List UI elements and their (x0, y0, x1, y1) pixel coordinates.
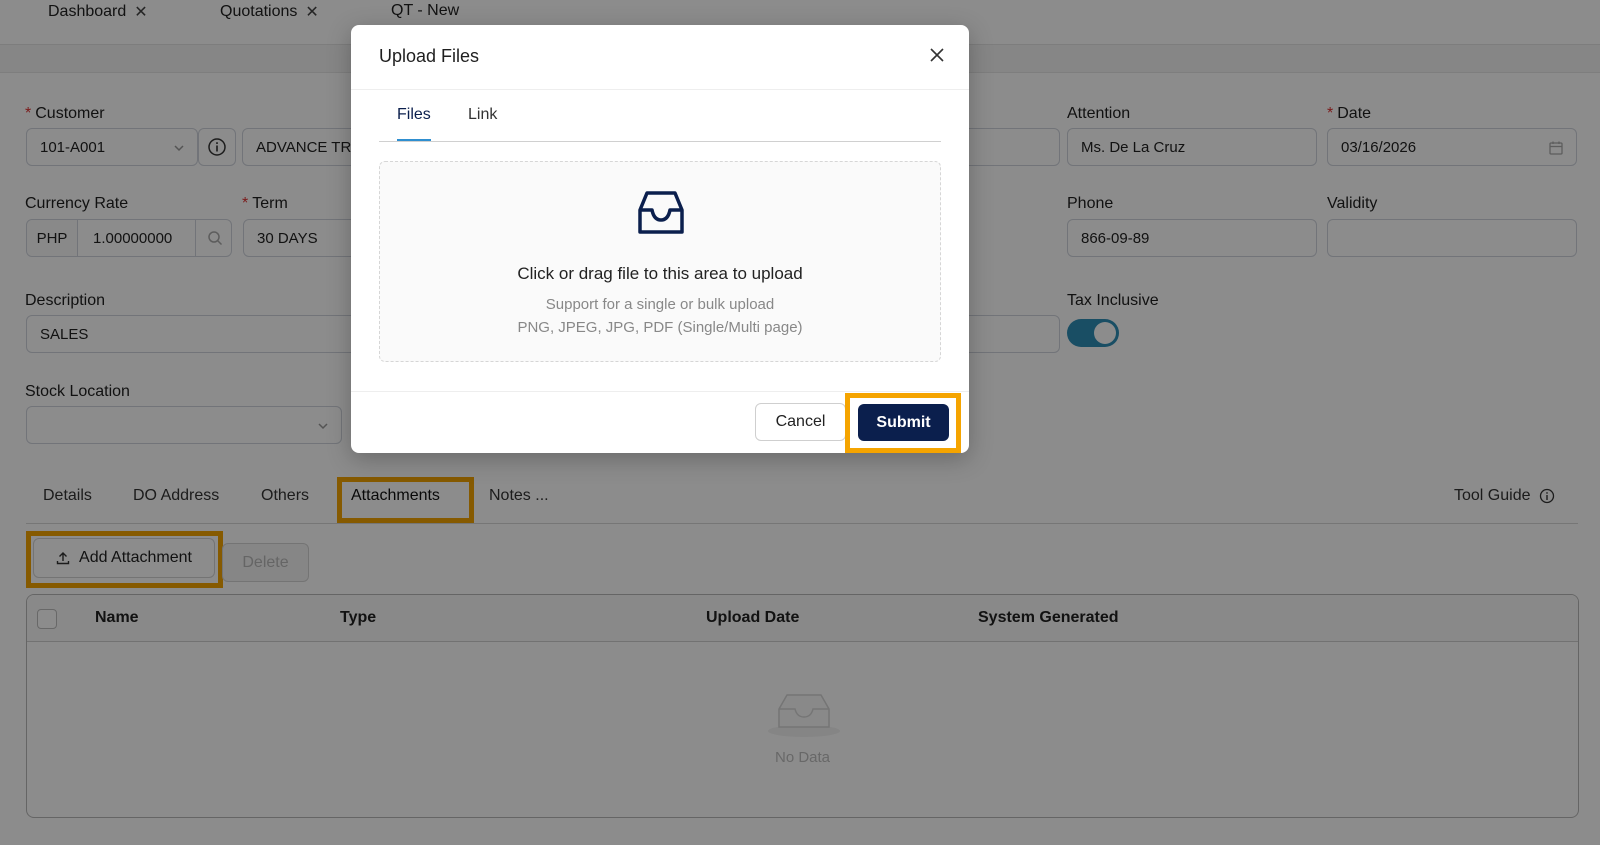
close-x-icon (930, 48, 944, 62)
footer-divider (351, 391, 969, 392)
modal-tab-divider (379, 141, 941, 142)
active-tab-indicator (397, 139, 431, 141)
upload-dropzone[interactable]: Click or drag file to this area to uploa… (379, 161, 941, 362)
modal-tab-link[interactable]: Link (468, 106, 497, 124)
close-icon[interactable] (923, 41, 951, 69)
inbox-icon (638, 191, 684, 234)
modal-tab-files[interactable]: Files (397, 106, 431, 124)
header-divider (351, 89, 969, 90)
upload-files-dialog: Upload Files Files Link Click or drag fi… (351, 25, 969, 453)
highlight-submit (845, 393, 961, 453)
dropzone-hint: Support for a single or bulk upload (545, 296, 775, 313)
dropzone-text: Click or drag file to this area to uploa… (517, 264, 803, 283)
dialog-title: Upload Files (379, 46, 480, 66)
dropzone-formats: PNG, JPEG, JPG, PDF (Single/Multi page) (517, 319, 803, 336)
cancel-button[interactable]: Cancel (755, 403, 846, 441)
